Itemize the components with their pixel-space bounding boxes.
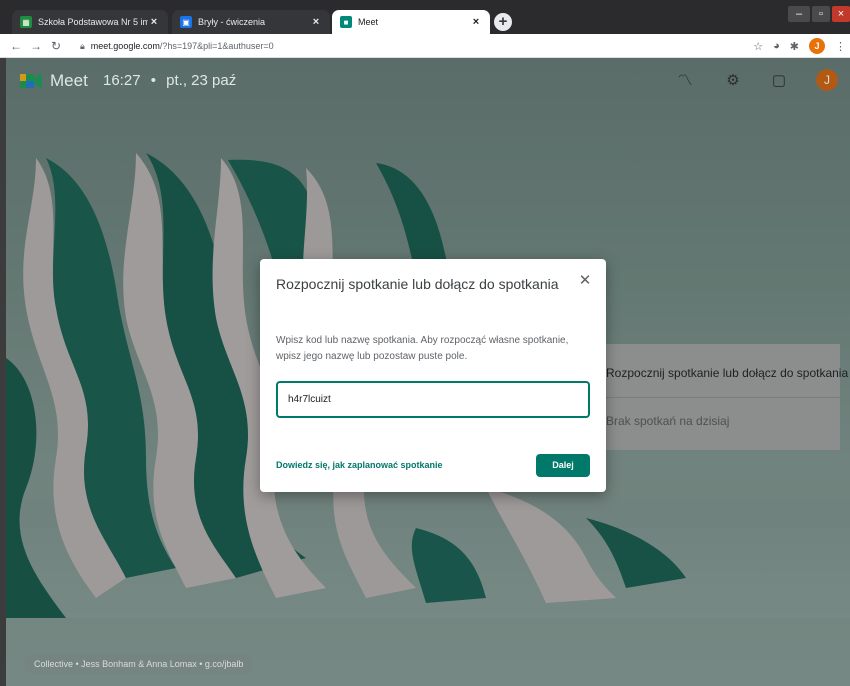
dialog-title: Rozpocznij spotkanie lub dołącz do spotk… bbox=[276, 276, 559, 292]
meeting-code-input[interactable] bbox=[276, 381, 590, 418]
feedback-icon[interactable]: ▢ bbox=[768, 70, 790, 92]
tab-title: Meet bbox=[358, 17, 379, 27]
background-credit[interactable]: Collective • Jess Bonham & Anna Lomax • … bbox=[24, 654, 254, 674]
lock-icon[interactable]: 🔒︎ bbox=[80, 41, 85, 52]
meet-header: Meet 16:27 • pt., 23 paź 〽 ⚙ ▢ J bbox=[6, 58, 850, 104]
next-button[interactable]: Dalej bbox=[536, 454, 590, 477]
address-bar[interactable]: 🔒︎ meet.google.com/?hs=197&pli=1&authuse… bbox=[80, 37, 274, 55]
current-time: 16:27 bbox=[103, 72, 141, 89]
tab-bryly[interactable]: ▣ Bryły - ćwiczenia × bbox=[172, 10, 330, 34]
tab-meet[interactable]: ■ Meet × bbox=[332, 10, 490, 34]
maximize-icon[interactable]: ▫ bbox=[812, 6, 830, 22]
time-and-date: 16:27 • pt., 23 paź bbox=[103, 72, 236, 89]
close-icon[interactable]: × bbox=[148, 16, 160, 28]
separator: • bbox=[150, 72, 156, 89]
star-icon[interactable]: ☆ bbox=[753, 40, 763, 53]
close-icon[interactable]: × bbox=[310, 16, 322, 28]
url-host: meet.google.com bbox=[90, 41, 160, 51]
divider bbox=[586, 397, 840, 398]
minimize-icon[interactable]: – bbox=[788, 6, 810, 22]
schedule-help-link[interactable]: Dowiedz się, jak zaplanować spotkanie bbox=[276, 460, 443, 470]
dialog-description: Wpisz kod lub nazwę spotkania. Aby rozpo… bbox=[276, 335, 569, 362]
forward-icon[interactable]: → bbox=[26, 39, 46, 53]
toolbar-actions: ☆ ◕ ✱ J ⋮ bbox=[753, 37, 846, 55]
extension-icon[interactable]: ◕ bbox=[773, 40, 780, 52]
meeting-side-panel: Rozpocznij spotkanie lub dołącz do spotk… bbox=[586, 344, 848, 450]
url-path: /?hs=197&pli=1&authuser=0 bbox=[159, 41, 274, 51]
close-icon[interactable]: ✕ bbox=[576, 272, 594, 290]
reload-icon[interactable]: ↻ bbox=[46, 39, 66, 53]
menu-icon[interactable]: ⋮ bbox=[835, 40, 846, 53]
no-meetings-text: Brak spotkań na dzisiaj bbox=[606, 414, 730, 428]
join-meeting-dialog: Rozpocznij spotkanie lub dołącz do spotk… bbox=[260, 259, 606, 492]
gear-icon[interactable]: ⚙ bbox=[722, 70, 744, 92]
tab-title: Szkoła Podstawowa Nr 5 im. Zof bbox=[38, 17, 148, 27]
classroom-icon: ▣ bbox=[180, 16, 192, 28]
meet-logo-icon bbox=[20, 73, 42, 89]
window-close-icon[interactable]: × bbox=[832, 6, 850, 22]
close-icon[interactable]: × bbox=[470, 16, 482, 28]
sheets-icon: ▦ bbox=[20, 16, 32, 28]
trending-icon[interactable]: 〽 bbox=[674, 70, 696, 92]
browser-tab-strip: ▦ Szkoła Podstawowa Nr 5 im. Zof × ▣ Bry… bbox=[0, 0, 850, 34]
app-name: Meet bbox=[50, 71, 88, 90]
tab-title: Bryły - ćwiczenia bbox=[198, 17, 266, 27]
meet-icon: ■ bbox=[340, 16, 352, 28]
avatar[interactable]: J bbox=[816, 69, 838, 91]
current-date: pt., 23 paź bbox=[166, 72, 237, 89]
puzzle-icon[interactable]: ✱ bbox=[790, 40, 799, 53]
browser-toolbar: ← → ↻ 🔒︎ meet.google.com/?hs=197&pli=1&a… bbox=[0, 34, 850, 58]
start-join-button[interactable]: Rozpocznij spotkanie lub dołącz do spotk… bbox=[606, 366, 848, 380]
back-icon[interactable]: ← bbox=[6, 39, 26, 53]
profile-avatar[interactable]: J bbox=[809, 38, 825, 54]
new-tab-button[interactable]: + bbox=[494, 13, 512, 31]
tab-szkola[interactable]: ▦ Szkoła Podstawowa Nr 5 im. Zof × bbox=[12, 10, 168, 34]
